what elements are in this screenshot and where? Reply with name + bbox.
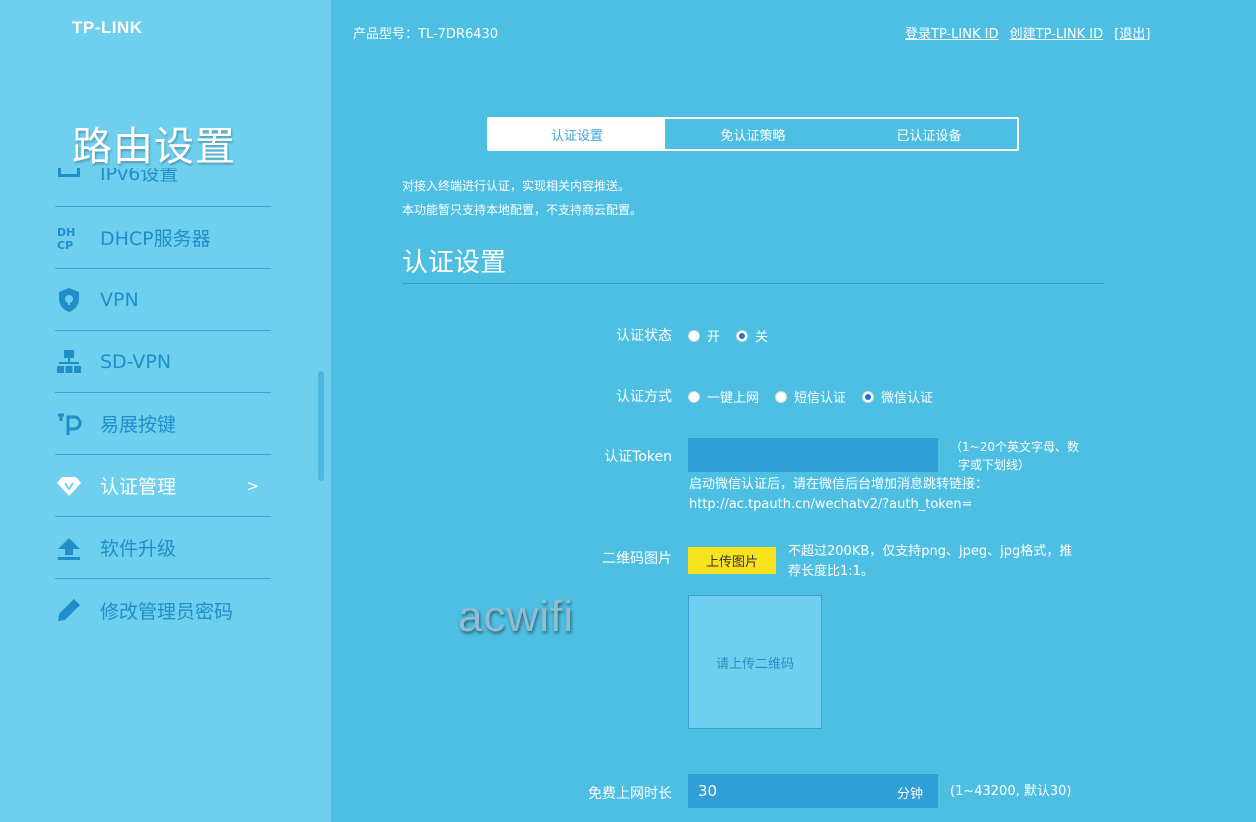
radio-label: 短信认证 xyxy=(794,391,847,406)
sidebar-menu: IPv6设置 DH CP DHCP服务器 VPN SD-VPN 易展按键 认证管… xyxy=(55,168,271,641)
tab-auth-settings[interactable]: 认证设置 xyxy=(489,119,665,149)
auth-method-label: 认证方式 xyxy=(616,389,672,405)
free-time-hint: (1~43200, 默认30) xyxy=(950,784,1072,799)
auth-status-off-radio[interactable]: 关 xyxy=(736,326,768,345)
svg-text:CP: CP xyxy=(57,239,73,252)
qrcode-placeholder: 请上传二维码 xyxy=(715,656,794,672)
chevron-right-icon: > xyxy=(246,476,259,495)
sidebar-item-label: 软件升级 xyxy=(100,538,177,560)
section-divider xyxy=(402,283,1104,284)
tab-bar: 认证设置 免认证策略 已认证设备 xyxy=(487,117,1019,151)
auth-method-wechat-radio[interactable]: 微信认证 xyxy=(862,387,933,406)
tab-auth-exempt-policy[interactable]: 免认证策略 xyxy=(665,119,841,149)
login-tplink-id-link[interactable]: 登录TP-LINK ID xyxy=(905,27,999,42)
logout-link[interactable]: [退出] xyxy=(1114,27,1150,42)
sidebar-item-upgrade[interactable]: 软件升级 xyxy=(55,517,271,579)
radio-selected-icon xyxy=(862,390,875,403)
auth-token-hint-line-1: （1~20个英文字母、数 xyxy=(950,440,1079,454)
sidebar-item-vpn[interactable]: VPN xyxy=(55,269,271,331)
sidebar-item-easymesh[interactable]: 易展按键 xyxy=(55,393,271,455)
auth-method-sms-radio[interactable]: 短信认证 xyxy=(775,387,846,406)
sidebar-item-dhcp[interactable]: DH CP DHCP服务器 xyxy=(55,207,271,269)
auth-token-hint-line-2: 字或下划线） xyxy=(958,458,1031,472)
free-time-label: 免费上网时长 xyxy=(588,786,672,802)
sidebar-item-label: SD-VPN xyxy=(100,350,172,373)
qrcode-preview[interactable]: 请上传二维码 xyxy=(688,595,822,729)
qrcode-label: 二维码图片 xyxy=(602,551,672,567)
sidebar: TP-LINK 路由设置 IPv6设置 DH CP DHCP服务器 VPN SD… xyxy=(0,0,331,822)
ipv6-icon xyxy=(55,168,83,186)
diamond-icon xyxy=(55,472,83,500)
description-line-2: 本功能暂只支持本地配置，不支持商云配置。 xyxy=(402,203,643,217)
model-label: 产品型号： xyxy=(353,27,419,42)
radio-label: 开 xyxy=(707,330,721,345)
radio-selected-icon xyxy=(736,329,749,342)
svg-text:DH: DH xyxy=(57,226,75,239)
free-time-unit: 分钟 xyxy=(897,787,924,802)
wechat-link-note: 启动微信认证后，请在微信后台增加消息跳转链接： http://ac.tpauth… xyxy=(689,475,988,515)
sidebar-item-password[interactable]: 修改管理员密码 xyxy=(55,579,271,641)
qrcode-hint: 不超过200KB，仅支持png、jpeg、jpg格式，推 荐长度比1:1。 xyxy=(788,542,1088,582)
upload-image-button[interactable]: 上传图片 xyxy=(688,547,776,574)
radio-label: 一键上网 xyxy=(707,391,760,406)
sidebar-item-label: DHCP服务器 xyxy=(100,228,211,250)
sidebar-item-label: 修改管理员密码 xyxy=(100,600,234,623)
watermark: acwifi xyxy=(458,592,575,641)
sidebar-item-label: IPv6设置 xyxy=(100,168,179,185)
auth-status-label: 认证状态 xyxy=(616,328,672,344)
section-title: 认证设置 xyxy=(402,248,507,278)
easymesh-icon xyxy=(55,410,83,438)
auth-token-input[interactable] xyxy=(688,438,938,472)
wechat-link-note-line-1: 启动微信认证后，请在微信后台增加消息跳转链接： xyxy=(689,477,989,492)
sidebar-item-label: 认证管理 xyxy=(100,476,177,498)
radio-icon xyxy=(688,329,700,342)
radio-label: 微信认证 xyxy=(881,391,934,406)
model-value: TL-7DR6430 xyxy=(418,27,499,42)
description-line-1: 对接入终端进行认证，实现相关内容推送。 xyxy=(402,179,631,193)
dhcp-icon: DH CP xyxy=(55,224,83,252)
sidebar-item-sdvpn[interactable]: SD-VPN xyxy=(55,331,271,393)
sidebar-item-label: 易展按键 xyxy=(100,414,177,436)
auth-status-on-radio[interactable]: 开 xyxy=(688,326,720,345)
qrcode-hint-line-1: 不超过200KB，仅支持png、jpeg、jpg格式，推 xyxy=(788,544,1073,559)
auth-method-oneclick-radio[interactable]: 一键上网 xyxy=(688,387,759,406)
auth-token-hint: （1~20个英文字母、数 字或下划线） xyxy=(950,438,1100,474)
network-icon xyxy=(55,348,83,376)
sidebar-scrollbar[interactable] xyxy=(318,371,324,481)
sidebar-item-label: VPN xyxy=(100,288,139,311)
auth-status-radio-group: 开 关 xyxy=(688,326,784,345)
tp-link-logo: TP-LINK xyxy=(72,18,143,37)
vpn-shield-icon xyxy=(55,286,83,314)
tab-authenticated-devices[interactable]: 已认证设备 xyxy=(841,119,1017,149)
upload-icon xyxy=(55,534,83,562)
model-info: 产品型号：TL-7DR6430 xyxy=(353,23,498,42)
create-tplink-id-link[interactable]: 创建TP-LINK ID xyxy=(1010,27,1104,42)
auth-token-label: 认证Token xyxy=(604,449,672,465)
qrcode-hint-line-2: 荐长度比1:1。 xyxy=(788,564,874,579)
sidebar-title: 路由设置 xyxy=(72,124,236,170)
wechat-link-url: http://ac.tpauth.cn/wechatv2/?auth_token… xyxy=(689,497,973,512)
radio-label: 关 xyxy=(755,330,769,345)
sidebar-item-auth[interactable]: 认证管理 > xyxy=(55,455,271,517)
auth-method-radio-group: 一键上网 短信认证 微信认证 xyxy=(688,387,949,406)
pencil-icon xyxy=(55,596,83,624)
radio-icon xyxy=(775,390,788,403)
header-links: 登录TP-LINK ID 创建TP-LINK ID [退出] xyxy=(905,23,1157,42)
sidebar-item-ipv6[interactable]: IPv6设置 xyxy=(55,168,271,207)
radio-icon xyxy=(688,390,700,403)
